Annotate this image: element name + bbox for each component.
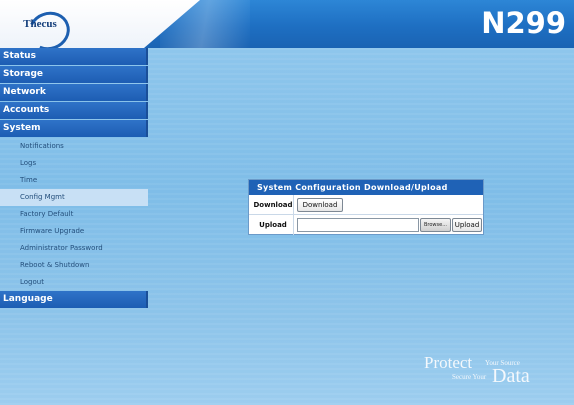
row-divider [293, 215, 294, 235]
sidebar-item-notifications[interactable]: Notifications [0, 138, 148, 155]
logo-text: Thecus [23, 18, 57, 30]
sidebar-item-logs[interactable]: Logs [0, 155, 148, 172]
sidebar-category-status[interactable]: Status [0, 48, 148, 65]
sidebar-item-time[interactable]: Time [0, 172, 148, 189]
sidebar-category-network[interactable]: Network [0, 84, 148, 101]
app-window: Thecus N299 Status Storage Network Accou… [0, 0, 574, 405]
slogan-data: Data [492, 365, 530, 387]
main-area: Status Storage Network Accounts System N… [0, 48, 574, 405]
sidebar: Status Storage Network Accounts System N… [0, 48, 148, 309]
row-divider [293, 195, 294, 215]
slogan-protect: Protect [424, 353, 473, 372]
header-decoration [160, 0, 250, 48]
upload-row: Upload Browse... Upload [249, 215, 483, 235]
upload-button[interactable]: Upload [452, 218, 482, 232]
header-bar: Thecus N299 [0, 0, 574, 48]
sidebar-item-reboot-shutdown[interactable]: Reboot & Shutdown [0, 257, 148, 274]
upload-label: Upload [259, 221, 287, 229]
sidebar-item-firmware-upgrade[interactable]: Firmware Upgrade [0, 223, 148, 240]
sidebar-item-factory-default[interactable]: Factory Default [0, 206, 148, 223]
sidebar-item-config-mgmt[interactable]: Config Mgmt [0, 189, 148, 206]
thecus-logo: Thecus [8, 5, 76, 48]
sidebar-category-system[interactable]: System [0, 120, 148, 137]
download-label: Download [253, 201, 293, 209]
slogan-secure-your: Secure Your [452, 373, 487, 381]
config-dialog: System Configuration Download/Upload Dow… [248, 179, 484, 235]
sidebar-item-administrator-password[interactable]: Administrator Password [0, 240, 148, 257]
sidebar-category-accounts[interactable]: Accounts [0, 102, 148, 119]
browse-button[interactable]: Browse... [420, 218, 451, 232]
download-row: Download Download [249, 195, 483, 215]
sidebar-category-storage[interactable]: Storage [0, 66, 148, 83]
brand-slogan: Protect Your Source Secure Your Data [424, 353, 554, 391]
dialog-title: System Configuration Download/Upload [249, 180, 483, 195]
upload-file-field[interactable] [297, 218, 419, 232]
sidebar-item-logout[interactable]: Logout [0, 274, 148, 291]
download-button[interactable]: Download [297, 198, 343, 212]
sidebar-category-language[interactable]: Language [0, 291, 148, 308]
model-name: N299 [481, 6, 566, 40]
